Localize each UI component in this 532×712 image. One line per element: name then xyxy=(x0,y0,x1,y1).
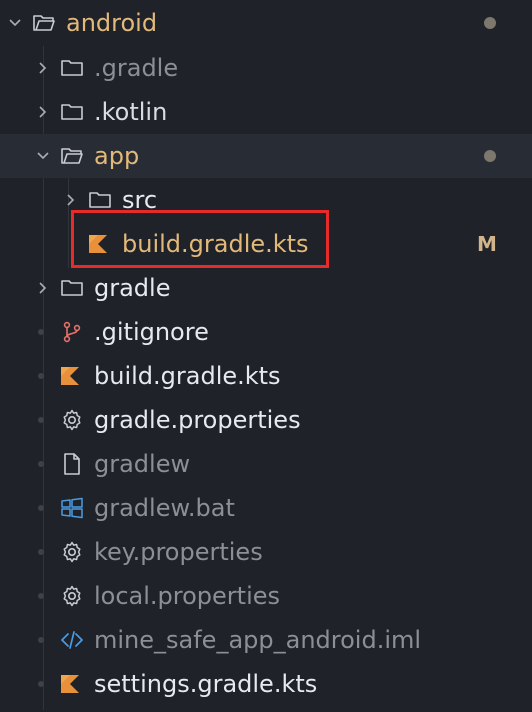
file-icon xyxy=(60,452,84,476)
folder-open-icon xyxy=(32,11,56,35)
code-icon xyxy=(60,628,84,652)
tree-label: gradlew xyxy=(94,450,191,478)
kotlin-icon xyxy=(58,672,82,696)
tree-label: gradle xyxy=(94,274,171,302)
tree-row-gradle-properties[interactable]: gradle.properties xyxy=(0,398,532,442)
tree-label: build.gradle.kts xyxy=(94,362,281,390)
tree-row-gradlew[interactable]: gradlew xyxy=(0,442,532,486)
tree-bullet xyxy=(38,637,44,643)
tree-row-gradlew-bat[interactable]: gradlew.bat xyxy=(0,486,532,530)
modified-dot-indicator xyxy=(484,150,496,162)
tree-row-gitignore[interactable]: .gitignore xyxy=(0,310,532,354)
highlight-annotation-box xyxy=(71,210,329,268)
tree-row-kotlin-hidden[interactable]: .kotlin xyxy=(0,90,532,134)
tree-bullet xyxy=(38,373,44,379)
chevron-right-icon[interactable] xyxy=(36,105,50,119)
tree-bullet xyxy=(38,681,44,687)
folder-icon xyxy=(60,100,84,124)
tree-label: mine_safe_app_android.iml xyxy=(94,626,422,654)
tree-label: local.properties xyxy=(94,582,281,610)
tree-label: .kotlin xyxy=(94,98,168,126)
gear-icon xyxy=(60,408,84,432)
tree-row-build-gradle-kts[interactable]: build.gradle.kts xyxy=(0,354,532,398)
modified-dot-indicator xyxy=(484,17,496,29)
tree-row-settings-gradle-kts[interactable]: settings.gradle.kts xyxy=(0,662,532,706)
tree-label: settings.gradle.kts xyxy=(94,670,318,698)
tree-row-key-properties[interactable]: key.properties xyxy=(0,530,532,574)
tree-bullet xyxy=(38,417,44,423)
tree-label-android: android xyxy=(66,9,158,37)
tree-row-android[interactable]: android xyxy=(0,1,532,45)
chevron-right-icon[interactable] xyxy=(36,61,50,75)
folder-icon xyxy=(60,56,84,80)
tree-label: key.properties xyxy=(94,538,263,566)
file-explorer-tree: android .gradle .kotlin app src build.gr… xyxy=(0,0,532,712)
chevron-right-icon[interactable] xyxy=(36,281,50,295)
tree-bullet xyxy=(38,505,44,511)
folder-icon xyxy=(60,276,84,300)
gear-icon xyxy=(60,584,84,608)
tree-row-gradle[interactable]: gradle xyxy=(0,266,532,310)
tree-bullet xyxy=(38,549,44,555)
tree-row-local-properties[interactable]: local.properties xyxy=(0,574,532,618)
tree-row-iml[interactable]: mine_safe_app_android.iml xyxy=(0,618,532,662)
tree-row-app[interactable]: app xyxy=(0,134,532,178)
chevron-down-icon[interactable] xyxy=(8,16,22,30)
tree-row-gradle-hidden[interactable]: .gradle xyxy=(0,46,532,90)
tree-label: gradlew.bat xyxy=(94,494,235,522)
tree-label: app xyxy=(94,142,140,170)
windows-icon xyxy=(60,496,84,520)
tree-bullet xyxy=(38,593,44,599)
kotlin-icon xyxy=(58,364,82,388)
git-icon xyxy=(60,320,84,344)
tree-bullet xyxy=(38,329,44,335)
tree-label: gradle.properties xyxy=(94,406,301,434)
tree-label: .gitignore xyxy=(94,318,209,346)
folder-icon xyxy=(88,188,112,212)
folder-open-icon xyxy=(60,144,84,168)
tree-label: .gradle xyxy=(94,54,179,82)
git-status-badge: M xyxy=(477,232,497,256)
tree-bullet xyxy=(38,461,44,467)
gear-icon xyxy=(60,540,84,564)
chevron-right-icon[interactable] xyxy=(64,193,78,207)
chevron-down-icon[interactable] xyxy=(36,149,50,163)
